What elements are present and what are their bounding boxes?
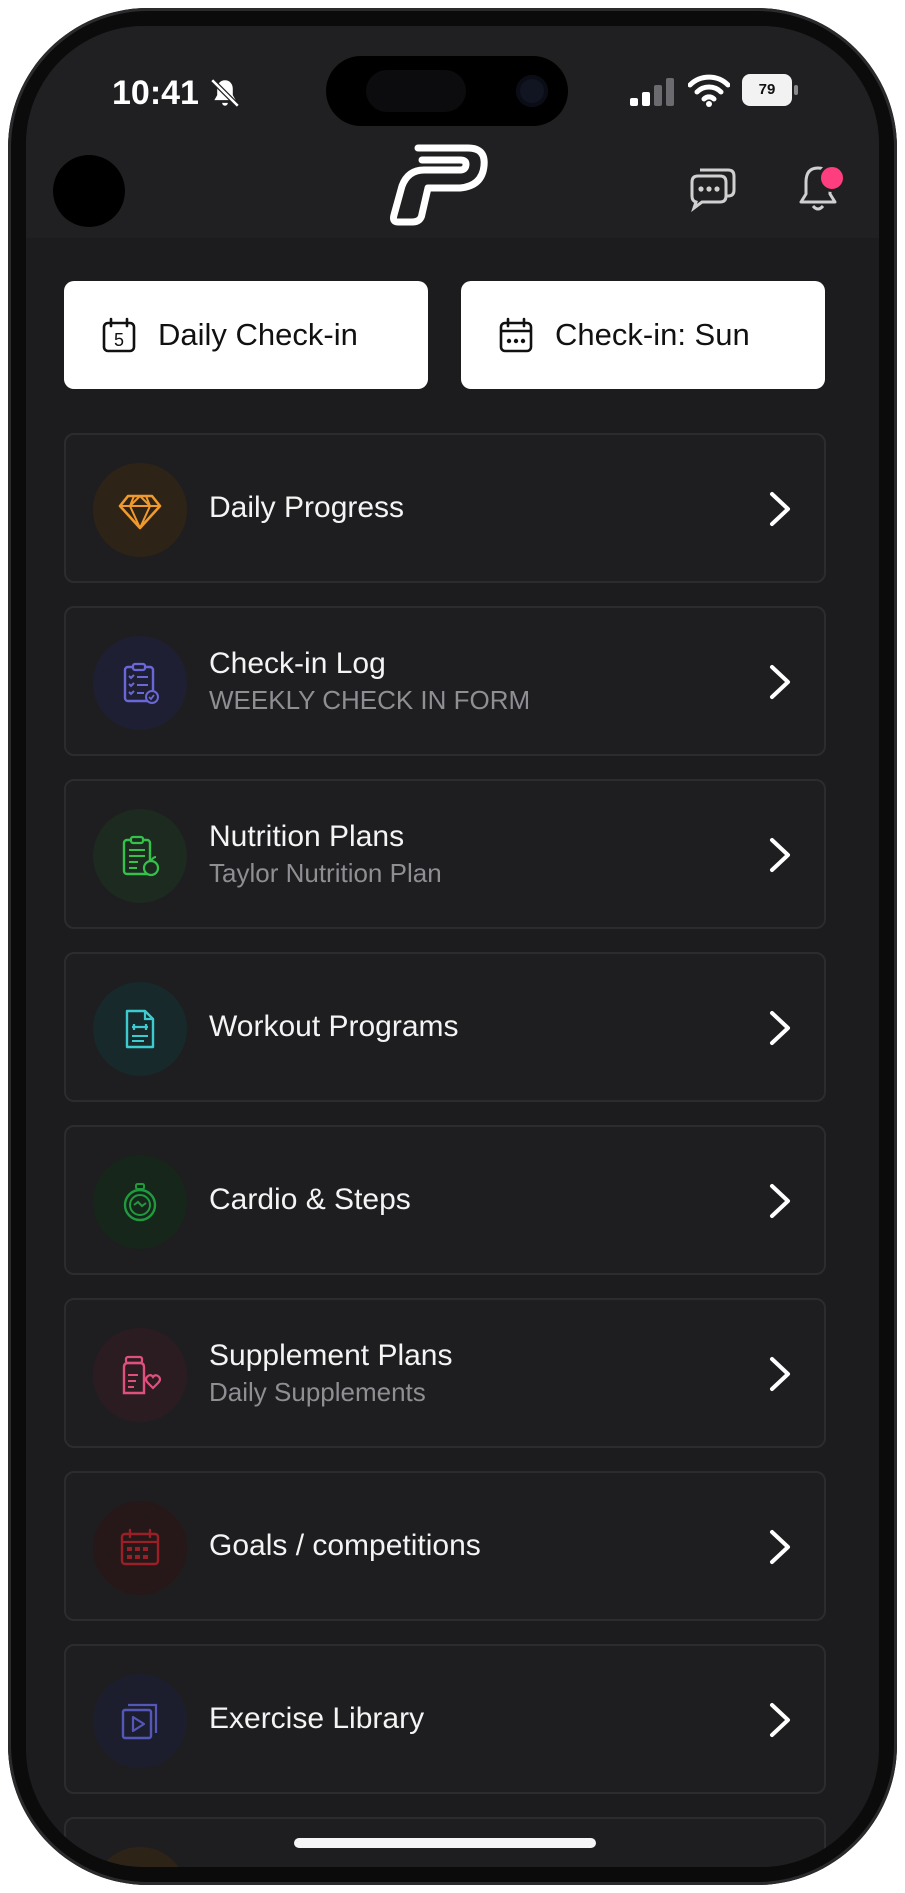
checklist-clipboard-icon: [123, 662, 159, 704]
menu-item-title: Check-in Log: [209, 647, 386, 680]
chevron-right-icon: [770, 1011, 790, 1045]
home-indicator[interactable]: [294, 1838, 596, 1848]
video-library-icon: [121, 1703, 158, 1740]
menu-item-title: Nutrition Plans: [209, 820, 405, 853]
chevron-right-icon: [770, 838, 790, 872]
menu-item-subtitle: Taylor Nutrition Plan: [209, 858, 442, 888]
profile-avatar[interactable]: [53, 155, 125, 227]
checkin-day-label: Check-in: Sun: [555, 317, 750, 352]
menu-item-cardio-steps[interactable]: Cardio & Steps: [64, 1125, 826, 1275]
menu-item-exercise-library[interactable]: Exercise Library: [64, 1644, 826, 1794]
menu-item-title: Goals / competitions: [209, 1529, 481, 1562]
workout-document-icon: [125, 1009, 155, 1049]
calendar-icon: [499, 317, 533, 353]
front-camera: [516, 75, 548, 107]
menu-item-subtitle: WEEKLY CHECK IN FORM: [209, 685, 531, 715]
status-time: 10:41: [112, 74, 199, 112]
battery-level: 79: [742, 74, 792, 106]
menu-item-title: Workout Programs: [209, 1010, 459, 1043]
wifi-icon: [688, 74, 730, 107]
island-sensor: [366, 70, 466, 112]
supplement-bottle-icon: [122, 1355, 162, 1395]
menu-item-daily-progress[interactable]: Daily Progress: [64, 433, 826, 583]
menu-item-goals-competitions[interactable]: Goals / competitions: [64, 1471, 826, 1621]
menu-item-nutrition-plans[interactable]: Nutrition Plans Taylor Nutrition Plan: [64, 779, 826, 929]
chevron-right-icon: [770, 1703, 790, 1737]
menu-item-title: Daily Progress: [209, 491, 405, 524]
menu-item-checkin-log[interactable]: Check-in Log WEEKLY CHECK IN FORM: [64, 606, 826, 756]
cellular-signal-icon: [630, 78, 674, 106]
calendar-goals-icon: [120, 1528, 160, 1566]
calendar-day-5-icon: 5: [102, 317, 136, 353]
nutrition-clipboard-icon: [122, 835, 160, 877]
dynamic-island: [326, 56, 568, 126]
menu-item-title: Exercise Library: [209, 1702, 425, 1735]
menu-item-subtitle: Daily Supplements: [209, 1377, 426, 1407]
checkin-day-button[interactable]: Check-in: Sun: [461, 281, 825, 389]
menu-item-workout-programs[interactable]: Workout Programs: [64, 952, 826, 1102]
notification-badge: [818, 164, 846, 192]
daily-checkin-label: Daily Check-in: [158, 317, 358, 352]
chevron-right-icon: [770, 665, 790, 699]
daily-checkin-button[interactable]: 5 Daily Check-in: [64, 281, 428, 389]
stopwatch-icon: [123, 1183, 157, 1222]
chevron-right-icon: [770, 1184, 790, 1218]
battery-icon: 79: [742, 74, 798, 106]
chevron-right-icon: [770, 492, 790, 526]
menu-item-title: Supplement Plans: [209, 1339, 453, 1372]
app-logo: [390, 144, 488, 226]
diamond-icon: [118, 494, 162, 530]
menu-item-supplement-plans[interactable]: Supplement Plans Daily Supplements: [64, 1298, 826, 1448]
menu-item-title: Cardio & Steps: [209, 1183, 411, 1216]
calendar-day-number: 5: [114, 330, 124, 350]
app-screen: 10:41 79 5 Daily Check-in Check-in: Sun …: [26, 26, 879, 1867]
chevron-right-icon: [770, 1357, 790, 1391]
chevron-right-icon: [770, 1530, 790, 1564]
chat-bubbles-icon[interactable]: [686, 162, 738, 214]
bell-slash-icon: [210, 78, 240, 108]
